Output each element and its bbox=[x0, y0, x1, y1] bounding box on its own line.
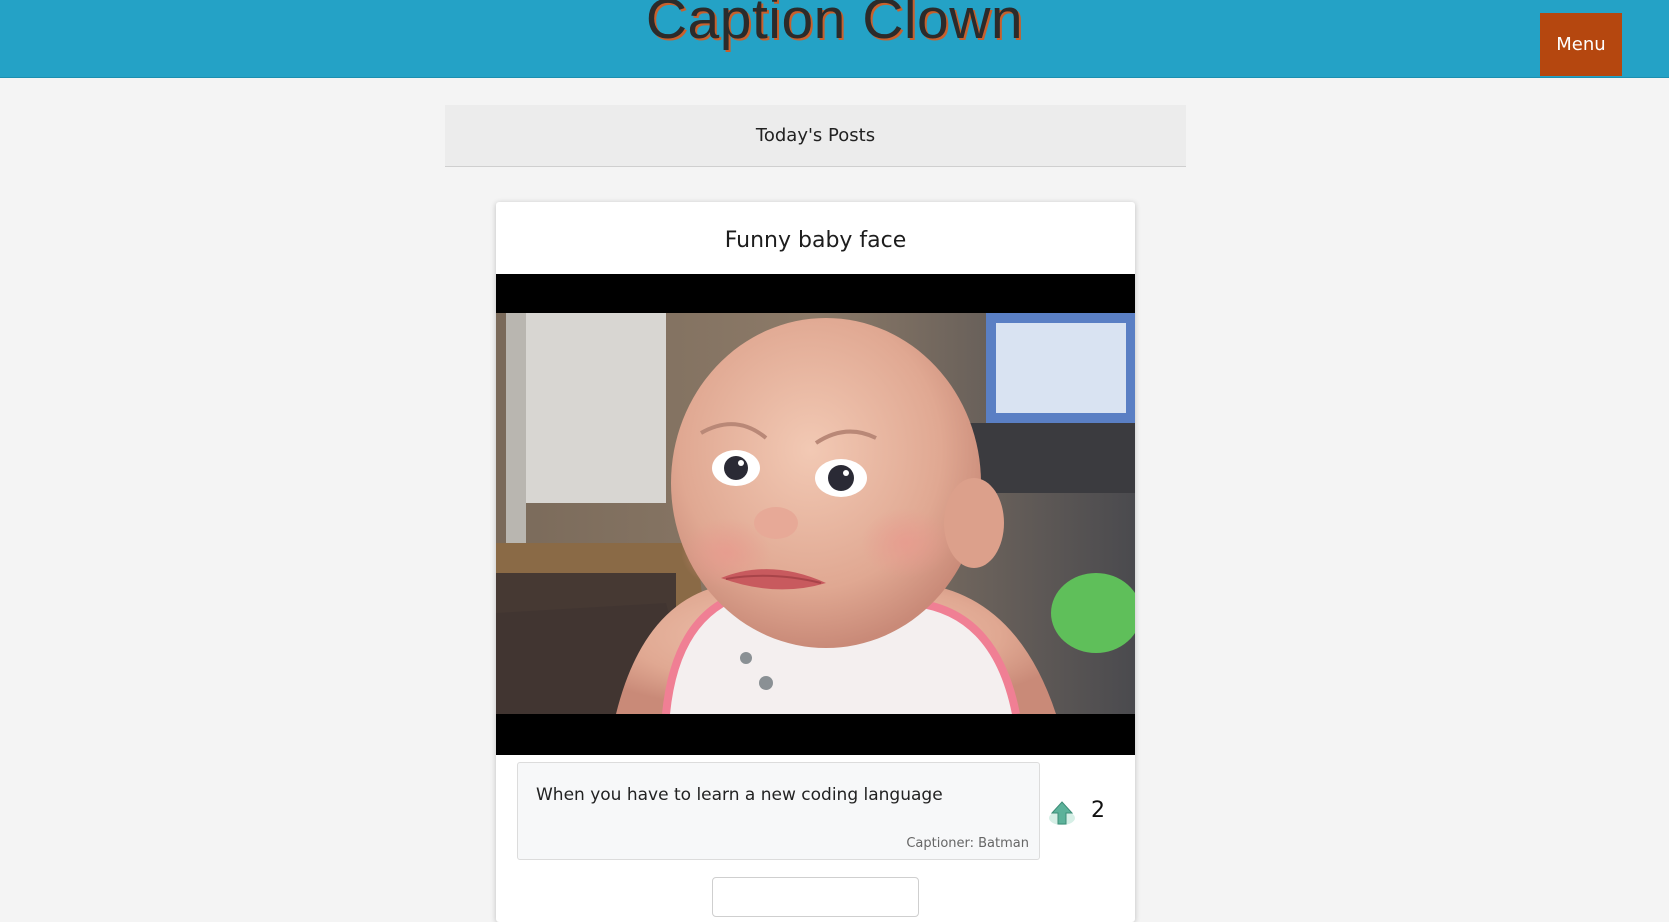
caption-text: When you have to learn a new coding lang… bbox=[536, 785, 943, 805]
captioner-label: Captioner: Batman bbox=[906, 836, 1029, 851]
todays-posts-bar[interactable]: Today's Posts bbox=[445, 105, 1186, 167]
todays-posts-label: Today's Posts bbox=[755, 125, 876, 146]
site-title: Caption Clown bbox=[645, 0, 1024, 51]
upvote-icon bbox=[1049, 801, 1075, 825]
post-title: Funny baby face bbox=[724, 228, 907, 253]
post-video[interactable] bbox=[496, 274, 1135, 755]
baby-video-still bbox=[496, 313, 1135, 714]
caption-box: When you have to learn a new coding lang… bbox=[517, 762, 1040, 860]
upvote-button[interactable] bbox=[1047, 798, 1077, 828]
post-card: Funny baby face When you have to learn a… bbox=[496, 202, 1135, 922]
vote-count: 2 bbox=[1091, 798, 1105, 823]
menu-button[interactable]: Menu bbox=[1540, 13, 1622, 76]
site-header: Caption Clown Menu bbox=[0, 0, 1669, 78]
add-caption-button[interactable] bbox=[712, 877, 919, 917]
